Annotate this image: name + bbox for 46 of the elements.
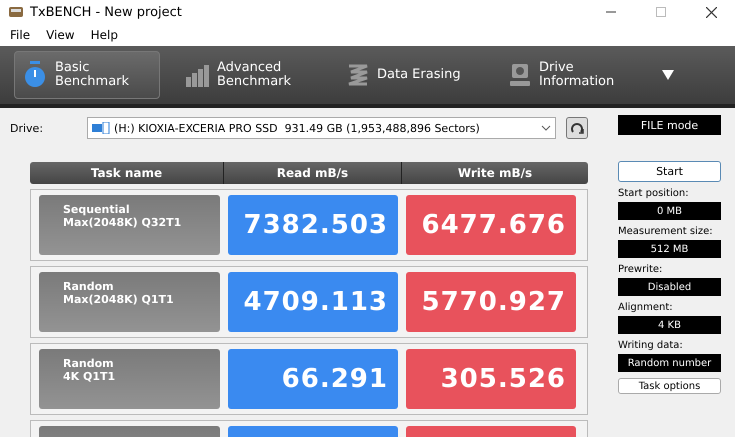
setting-value[interactable]: Random number xyxy=(618,354,721,372)
read-value: 4709.113 xyxy=(228,272,398,332)
write-value: 5770.927 xyxy=(406,272,576,332)
write-value: 305.526 xyxy=(406,349,576,409)
setting-value[interactable]: 512 MB xyxy=(618,240,721,258)
drive-icon xyxy=(509,63,531,87)
setting-label: Alignment: xyxy=(618,302,674,313)
zigzag-icon xyxy=(347,63,369,87)
task-name: Random 4K Q1T1 xyxy=(39,349,220,409)
read-value: 7382.503 xyxy=(228,195,398,255)
refresh-button[interactable] xyxy=(566,117,588,139)
drive-label: Drive: xyxy=(10,122,44,134)
task-options-button[interactable]: Task options xyxy=(618,378,721,394)
toolbar-tab[interactable]: Advanced Benchmark xyxy=(176,51,322,99)
column-header: Read mB/s xyxy=(223,162,401,184)
toolbar-tab[interactable]: Drive Information xyxy=(500,51,646,99)
setting-label: Prewrite: xyxy=(618,264,664,275)
column-header: Task name xyxy=(90,165,164,182)
write-value: 6477.676 xyxy=(406,195,576,255)
setting-label: Measurement size: xyxy=(618,226,714,237)
app-icon xyxy=(8,5,24,19)
read-value: 66.291 xyxy=(228,349,398,409)
chevron-down-icon xyxy=(541,125,552,131)
toolbar-tab[interactable]: Basic Benchmark xyxy=(14,51,160,99)
setting-value[interactable]: 0 MB xyxy=(618,202,721,220)
task-name: Random Max(2048K) Q1T1 xyxy=(39,272,220,332)
setting-value[interactable]: 4 KB xyxy=(618,316,721,334)
menu-item[interactable]: View xyxy=(46,28,75,42)
column-header: Write mB/s xyxy=(401,162,588,184)
dropdown-arrow-icon[interactable] xyxy=(662,70,674,80)
window-title: TxBENCH - New project xyxy=(30,4,182,20)
close-icon[interactable] xyxy=(706,6,717,18)
setting-label: Start position: xyxy=(618,188,690,199)
menu-item[interactable]: Help xyxy=(90,28,118,42)
drive-icon xyxy=(92,122,110,134)
menu-item[interactable]: File xyxy=(10,28,30,42)
setting-label: Writing data: xyxy=(618,340,684,351)
bar-chart-icon xyxy=(185,63,209,87)
stopwatch-icon xyxy=(23,61,47,89)
task-name: Sequential Max(2048K) Q32T1 xyxy=(39,195,220,255)
refresh-icon xyxy=(570,121,584,135)
drive-select[interactable]: (H:) KIOXIA-EXCERIA PRO SSD 931.49 GB (1,953,488,896 Sectors) xyxy=(87,117,556,139)
start-button[interactable]: Start xyxy=(618,161,721,182)
mode-indicator: FILE mode xyxy=(618,115,721,135)
setting-value[interactable]: Disabled xyxy=(618,278,721,296)
toolbar-tab[interactable]: Data Erasing xyxy=(338,51,484,99)
